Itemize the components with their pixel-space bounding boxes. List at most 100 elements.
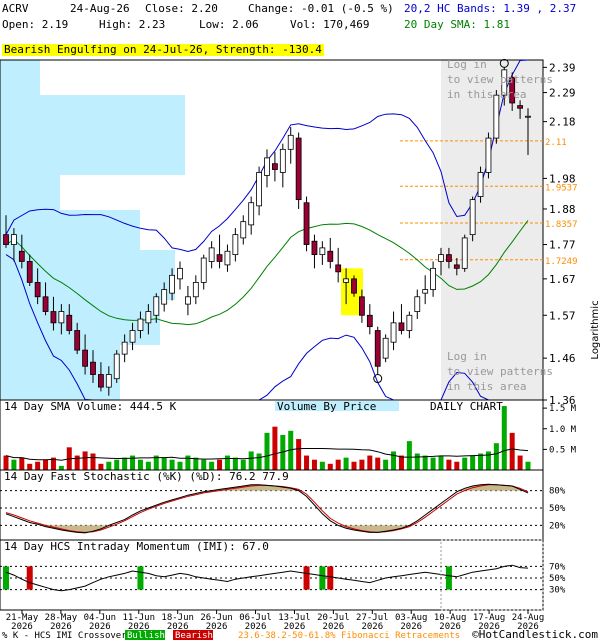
login-note: to view patterns — [447, 365, 553, 378]
volume-bar — [11, 459, 17, 470]
volume-bar — [177, 461, 183, 470]
volume-bar — [478, 453, 484, 470]
candle-body — [90, 361, 96, 375]
volume-by-price-bar — [0, 175, 60, 210]
vbp-title: Volume By Price — [277, 400, 376, 413]
volume-by-price-bar — [0, 95, 185, 145]
candle-body — [18, 250, 25, 262]
volume-title: 14 Day SMA Volume: 444.5 K — [4, 400, 177, 413]
candle-body — [58, 311, 65, 324]
price-tick-label: 2.18 — [549, 116, 576, 129]
candle-body — [461, 237, 468, 269]
volume-bar — [414, 453, 420, 470]
volume-bar — [446, 459, 452, 470]
volume-bar — [74, 455, 80, 470]
volume-bar — [438, 455, 444, 470]
imi-tick-label: 70% — [549, 562, 566, 572]
candle-body — [493, 94, 500, 139]
stoch-tick-label: 20% — [549, 521, 566, 531]
crossover-legend: % K - HCS IMI Crossover: — [2, 631, 132, 640]
volume-bar — [3, 455, 9, 470]
fib-legend: 23.6-38.2-50-61.8% Fibonacci Retracement… — [238, 631, 460, 640]
volume-bar — [375, 457, 381, 470]
volume-by-price-bar — [0, 145, 185, 175]
login-note: in this area — [447, 88, 526, 101]
candle-body — [153, 296, 160, 316]
bearish-legend: Bearish — [175, 631, 213, 640]
candle-body — [469, 199, 476, 236]
candle-body — [335, 264, 342, 273]
candle-body — [430, 267, 436, 290]
stoch-title: 14 Day Fast Stochastic (%K) (%D): 76.2 7… — [4, 470, 289, 483]
price-tick-label: 1.98 — [549, 172, 576, 185]
candle-body — [453, 264, 460, 269]
volume-by-price-bar — [0, 345, 120, 400]
candle-body — [517, 105, 523, 109]
volume-bar — [122, 457, 128, 470]
volume-bar — [485, 451, 491, 470]
volume-bar — [137, 459, 143, 470]
candle-body — [279, 148, 286, 173]
price-tick-label: 2.39 — [549, 61, 576, 74]
crossover-marker — [319, 566, 326, 590]
volume-bar — [217, 459, 223, 470]
candle-body — [319, 247, 326, 256]
candle-body — [185, 296, 191, 305]
volume-bar — [256, 453, 262, 470]
candle-body — [414, 296, 421, 312]
volume-bar — [19, 457, 25, 470]
volume-bar — [509, 432, 515, 470]
volume-bar — [106, 461, 112, 470]
volume-bar — [430, 457, 436, 470]
volume-bar — [343, 457, 349, 470]
volume-bar — [296, 439, 302, 470]
scale-label: Logarithmic — [590, 300, 600, 359]
candle-body — [224, 250, 231, 266]
crossover-marker — [3, 566, 9, 590]
candle-body — [438, 254, 444, 262]
fib-label: 1.8357 — [545, 220, 578, 230]
volume-bar — [383, 459, 389, 470]
candle-body — [343, 278, 349, 283]
candle-body — [129, 330, 136, 343]
crossover-marker — [303, 566, 310, 590]
candle-body — [113, 353, 120, 380]
candle-body — [98, 374, 104, 388]
volume-bar — [304, 455, 310, 470]
volume-bar — [454, 461, 460, 470]
fib-label: 2.11 — [545, 138, 567, 148]
volume-bar — [406, 441, 412, 470]
crossover-marker — [445, 566, 452, 590]
volume-bar — [335, 459, 341, 470]
candle-body — [295, 137, 302, 201]
candle-body — [177, 267, 183, 280]
candle-body — [11, 234, 17, 245]
volume-bar — [501, 406, 507, 470]
price-tick-label: 1.57 — [549, 309, 576, 322]
candle-body — [446, 254, 452, 262]
volume-bar — [462, 457, 468, 470]
volume-bar — [319, 461, 325, 470]
candle-body — [42, 296, 49, 312]
candle-body — [248, 202, 255, 226]
volume-bar — [90, 453, 96, 470]
candle-body — [216, 254, 223, 262]
bullish-legend: Bullish — [127, 631, 165, 640]
volume-bar — [114, 459, 120, 470]
price-tick-label: 1.88 — [549, 203, 576, 216]
crossover-marker — [137, 566, 144, 590]
volume-bar — [264, 432, 270, 470]
candle-body — [74, 330, 81, 351]
candle-body — [121, 341, 128, 355]
candle-body — [34, 281, 41, 298]
volume-bar — [517, 455, 523, 470]
volume-bar — [232, 457, 238, 470]
volume-bar — [240, 459, 246, 470]
volume-by-price-bar — [0, 60, 40, 95]
volume-bar — [35, 461, 41, 470]
volume-bar — [209, 461, 215, 470]
volume-bar — [367, 455, 373, 470]
volume-bar — [359, 459, 365, 470]
volume-bar — [169, 459, 175, 470]
volume-bar — [43, 459, 49, 470]
